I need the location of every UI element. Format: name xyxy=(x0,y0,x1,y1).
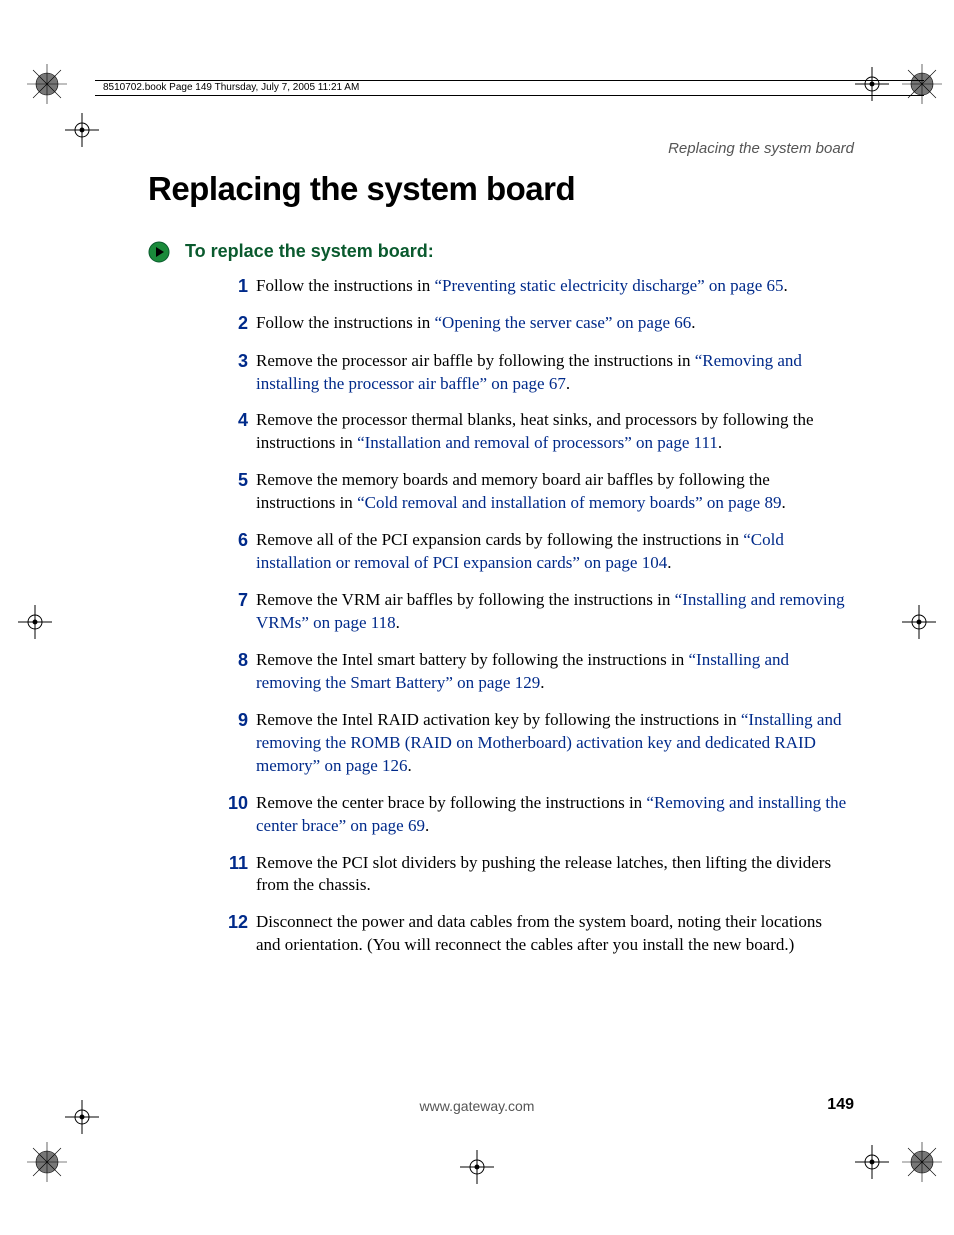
step-number: 9 xyxy=(210,708,256,732)
step-text: . xyxy=(566,374,570,393)
step-text: . xyxy=(408,756,412,775)
play-icon xyxy=(148,241,170,263)
cross-reference-link[interactable]: “Opening the server case” on page 66 xyxy=(435,313,692,332)
crosshair-icon xyxy=(902,605,946,649)
step-number: 1 xyxy=(210,274,256,298)
step-body: Remove the processor air baffle by follo… xyxy=(256,350,850,396)
step-text: . xyxy=(540,673,544,692)
step: 7Remove the VRM air baffles by following… xyxy=(210,589,850,635)
step-body: Disconnect the power and data cables fro… xyxy=(256,911,850,957)
step-text: . xyxy=(784,276,788,295)
step-text: Disconnect the power and data cables fro… xyxy=(256,912,822,954)
page-number: 149 xyxy=(827,1096,854,1114)
step-body: Remove the VRM air baffles by following … xyxy=(256,589,850,635)
header-rule xyxy=(95,80,924,81)
crosshair-icon xyxy=(855,67,899,111)
step-body: Remove all of the PCI expansion cards by… xyxy=(256,529,850,575)
step-text: Remove the Intel smart battery by follow… xyxy=(256,650,688,669)
step-number: 12 xyxy=(210,910,256,934)
step-text: . xyxy=(396,613,400,632)
cross-reference-link[interactable]: “Cold removal and installation of memory… xyxy=(357,493,781,512)
step-text: Follow the instructions in xyxy=(256,313,435,332)
step-number: 6 xyxy=(210,528,256,552)
page: 8510702.book Page 149 Thursday, July 7, … xyxy=(0,0,954,1235)
reg-mark-icon xyxy=(25,1140,69,1184)
step: 8Remove the Intel smart battery by follo… xyxy=(210,649,850,695)
step-body: Follow the instructions in “Opening the … xyxy=(256,312,850,335)
step-text: Remove the center brace by following the… xyxy=(256,793,646,812)
steps-list: 1Follow the instructions in “Preventing … xyxy=(210,275,850,971)
step-text: . xyxy=(425,816,429,835)
cross-reference-link[interactable]: “Preventing static electricity discharge… xyxy=(435,276,784,295)
step-text: Remove the VRM air baffles by following … xyxy=(256,590,675,609)
step: 6Remove all of the PCI expansion cards b… xyxy=(210,529,850,575)
step-text: . xyxy=(691,313,695,332)
crosshair-icon xyxy=(460,1150,504,1194)
step-text: Remove the processor air baffle by follo… xyxy=(256,351,695,370)
step-number: 4 xyxy=(210,408,256,432)
step-body: Remove the Intel RAID activation key by … xyxy=(256,709,850,778)
step-number: 5 xyxy=(210,468,256,492)
step-text: Follow the instructions in xyxy=(256,276,435,295)
step: 5Remove the memory boards and memory boa… xyxy=(210,469,850,515)
crosshair-icon xyxy=(855,1145,899,1189)
step: 10Remove the center brace by following t… xyxy=(210,792,850,838)
step-number: 2 xyxy=(210,311,256,335)
crosshair-icon xyxy=(65,113,109,157)
step: 2Follow the instructions in “Opening the… xyxy=(210,312,850,335)
reg-mark-icon xyxy=(25,62,69,106)
reg-mark-icon xyxy=(900,1140,944,1184)
cross-reference-link[interactable]: “Installation and removal of processors”… xyxy=(357,433,718,452)
step-text: Remove the PCI slot dividers by pushing … xyxy=(256,853,831,895)
step-number: 8 xyxy=(210,648,256,672)
procedure-heading: To replace the system board: xyxy=(185,241,434,262)
step-body: Remove the center brace by following the… xyxy=(256,792,850,838)
step: 9Remove the Intel RAID activation key by… xyxy=(210,709,850,778)
crosshair-icon xyxy=(18,605,62,649)
step-number: 10 xyxy=(210,791,256,815)
step-body: Remove the Intel smart battery by follow… xyxy=(256,649,850,695)
step-number: 3 xyxy=(210,349,256,373)
step-body: Remove the PCI slot dividers by pushing … xyxy=(256,852,850,898)
running-head: Replacing the system board xyxy=(668,140,854,157)
step-number: 7 xyxy=(210,588,256,612)
reg-mark-icon xyxy=(900,62,944,106)
footer-url: www.gateway.com xyxy=(0,1098,954,1114)
step-body: Follow the instructions in “Preventing s… xyxy=(256,275,850,298)
page-title: Replacing the system board xyxy=(148,170,575,208)
step: 12Disconnect the power and data cables f… xyxy=(210,911,850,957)
step: 3Remove the processor air baffle by foll… xyxy=(210,350,850,396)
step-text: . xyxy=(718,433,722,452)
step: 1Follow the instructions in “Preventing … xyxy=(210,275,850,298)
header-meta-text: 8510702.book Page 149 Thursday, July 7, … xyxy=(103,82,359,93)
step-body: Remove the processor thermal blanks, hea… xyxy=(256,409,850,455)
step: 4Remove the processor thermal blanks, he… xyxy=(210,409,850,455)
step-text: . xyxy=(781,493,785,512)
step-body: Remove the memory boards and memory boar… xyxy=(256,469,850,515)
step-text: . xyxy=(667,553,671,572)
step: 11Remove the PCI slot dividers by pushin… xyxy=(210,852,850,898)
step-text: Remove the Intel RAID activation key by … xyxy=(256,710,741,729)
step-number: 11 xyxy=(210,851,256,875)
step-text: Remove all of the PCI expansion cards by… xyxy=(256,530,743,549)
header-rule xyxy=(95,95,924,96)
